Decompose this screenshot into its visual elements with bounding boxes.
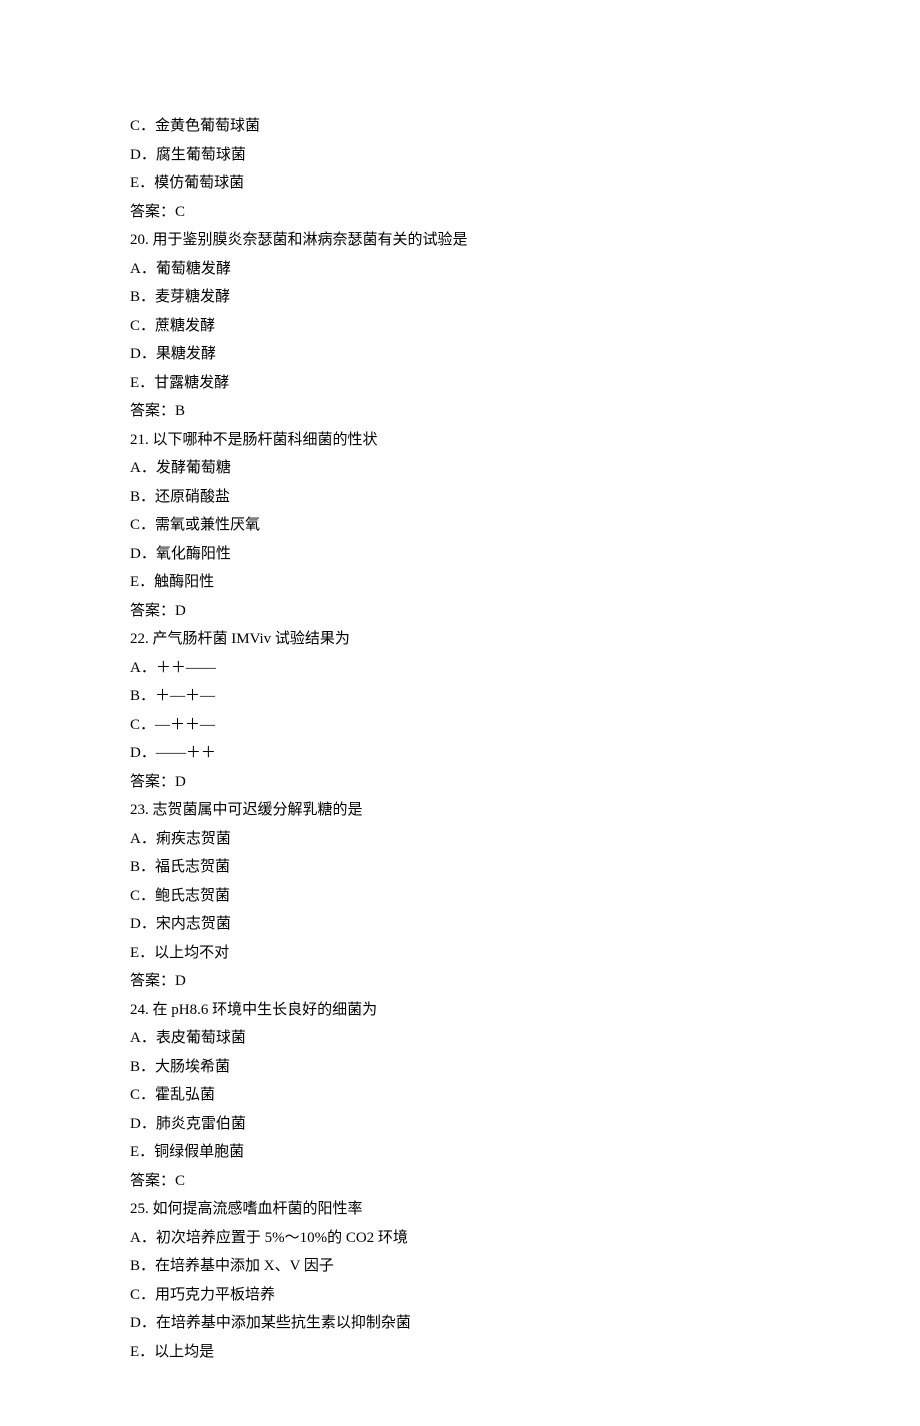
text-line: C．蔗糖发酵	[130, 312, 790, 341]
text-line: B．＋―＋―	[130, 682, 790, 711]
text-line: E．甘露糖发酵	[130, 369, 790, 398]
document-page: C．金黄色葡萄球菌 D．腐生葡萄球菌 E．模仿葡萄球菌 答案：C 20. 用于鉴…	[0, 0, 920, 1426]
text-line: C．金黄色葡萄球菌	[130, 112, 790, 141]
question-line: 24. 在 pH8.6 环境中生长良好的细菌为	[130, 996, 790, 1025]
answer-line: 答案：D	[130, 967, 790, 996]
text-line: D．腐生葡萄球菌	[130, 141, 790, 170]
text-line: A．发酵葡萄糖	[130, 454, 790, 483]
text-line: B．福氏志贺菌	[130, 853, 790, 882]
text-line: D．果糖发酵	[130, 340, 790, 369]
text-line: C．鲍氏志贺菌	[130, 882, 790, 911]
text-line: D．宋内志贺菌	[130, 910, 790, 939]
text-line: E．触酶阳性	[130, 568, 790, 597]
text-line: C．需氧或兼性厌氧	[130, 511, 790, 540]
text-line: C．霍乱弘菌	[130, 1081, 790, 1110]
text-line: E．以上均不对	[130, 939, 790, 968]
answer-line: 答案：D	[130, 597, 790, 626]
question-line: 20. 用于鉴别膜炎奈瑟菌和淋病奈瑟菌有关的试验是	[130, 226, 790, 255]
text-line: A．葡萄糖发酵	[130, 255, 790, 284]
text-line: A．＋＋――	[130, 654, 790, 683]
question-line: 22. 产气肠杆菌 IMViv 试验结果为	[130, 625, 790, 654]
text-line: D．――＋＋	[130, 739, 790, 768]
text-line: E．模仿葡萄球菌	[130, 169, 790, 198]
text-line: A．表皮葡萄球菌	[130, 1024, 790, 1053]
text-line: A．痢疾志贺菌	[130, 825, 790, 854]
text-line: E．以上均是	[130, 1338, 790, 1367]
text-line: B．还原硝酸盐	[130, 483, 790, 512]
answer-line: 答案：C	[130, 1167, 790, 1196]
question-line: 25. 如何提高流感嗜血杆菌的阳性率	[130, 1195, 790, 1224]
question-line: 21. 以下哪种不是肠杆菌科细菌的性状	[130, 426, 790, 455]
answer-line: 答案：D	[130, 768, 790, 797]
text-line: C．―＋＋―	[130, 711, 790, 740]
text-line: E．铜绿假单胞菌	[130, 1138, 790, 1167]
text-line: B．在培养基中添加 X、V 因子	[130, 1252, 790, 1281]
text-line: D．肺炎克雷伯菌	[130, 1110, 790, 1139]
answer-line: 答案：C	[130, 198, 790, 227]
answer-line: 答案：B	[130, 397, 790, 426]
question-line: 23. 志贺菌属中可迟缓分解乳糖的是	[130, 796, 790, 825]
text-line: C．用巧克力平板培养	[130, 1281, 790, 1310]
text-line: B．麦芽糖发酵	[130, 283, 790, 312]
text-line: D．氧化酶阳性	[130, 540, 790, 569]
text-line: D．在培养基中添加某些抗生素以抑制杂菌	[130, 1309, 790, 1338]
text-line: B．大肠埃希菌	[130, 1053, 790, 1082]
text-line: A．初次培养应置于 5%～10%的 CO2 环境	[130, 1224, 790, 1253]
